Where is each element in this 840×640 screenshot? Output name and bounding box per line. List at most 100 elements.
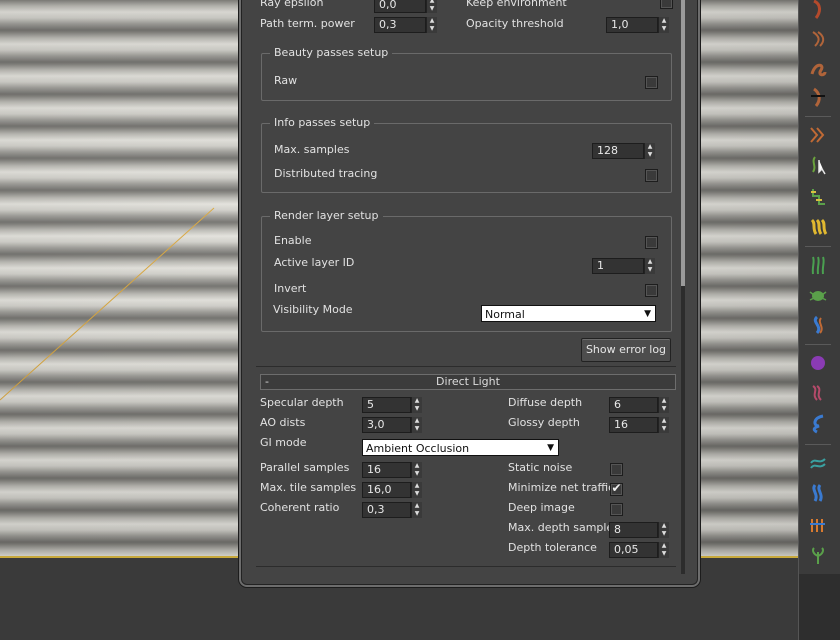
specular-depth-label: Specular depth — [260, 396, 344, 409]
gi-mode-value: Ambient Occlusion — [366, 442, 470, 455]
max-depth-samples-field[interactable]: 8 — [609, 522, 658, 538]
keep-environment-checkbox[interactable] — [660, 0, 673, 9]
opacity-threshold-spinner[interactable]: 1,0 ▲ ▼ — [606, 17, 669, 33]
beauty-passes-title: Beauty passes setup — [270, 46, 393, 60]
depth-tolerance-label: Depth tolerance — [508, 541, 597, 554]
specular-depth-arrows[interactable]: ▲ ▼ — [411, 397, 422, 413]
ao-dists-label: AO dists — [260, 416, 306, 429]
max-samples-field[interactable]: 128 — [592, 143, 644, 159]
deep-image-checkbox[interactable] — [610, 503, 623, 516]
glossy-depth-spinner[interactable]: 16 ▲ ▼ — [609, 417, 669, 433]
diffuse-depth-arrows[interactable]: ▲ ▼ — [658, 397, 669, 413]
active-layer-id-field[interactable]: 1 — [592, 258, 644, 274]
path-term-power-arrows[interactable]: ▲ ▼ — [426, 17, 437, 33]
toolbar-separator — [805, 444, 831, 445]
ray-epsilon-spinner[interactable]: 0,0 ▲ ▼ — [374, 0, 437, 13]
hair-blue-icon[interactable] — [805, 410, 831, 436]
enable-label: Enable — [274, 234, 312, 247]
coherent-ratio-label: Coherent ratio — [260, 501, 340, 514]
minimize-net-traffic-checkbox[interactable]: ✔ — [610, 481, 623, 496]
hair-grass-icon[interactable] — [805, 252, 831, 278]
ao-dists-field[interactable]: 3,0 — [362, 417, 411, 433]
max-tile-samples-arrows[interactable]: ▲ ▼ — [411, 482, 422, 498]
show-error-log-button[interactable]: Show error log — [581, 338, 671, 362]
render-layer-group: Render layer setup Enable Active layer I… — [261, 209, 672, 332]
deep-image-label: Deep image — [508, 501, 575, 514]
hair-curl-icon[interactable] — [805, 56, 831, 82]
opacity-threshold-arrows[interactable]: ▲ ▼ — [658, 17, 669, 33]
checkmark-icon: ✔ — [611, 481, 622, 495]
panel-scrollbar[interactable] — [681, 0, 685, 574]
specular-depth-field[interactable]: 5 — [362, 397, 411, 413]
ray-epsilon-label: Ray epsilon — [260, 0, 324, 9]
parallel-samples-label: Parallel samples — [260, 461, 350, 474]
info-passes-title: Info passes setup — [270, 116, 375, 130]
hair-select-icon[interactable] — [805, 152, 831, 178]
max-tile-samples-label: Max. tile samples — [260, 481, 357, 494]
parallel-samples-field[interactable]: 16 — [362, 462, 411, 478]
ao-dists-arrows[interactable]: ▲ ▼ — [411, 417, 422, 433]
hair-bug-icon[interactable] — [805, 282, 831, 308]
max-tile-samples-field[interactable]: 16,0 — [362, 482, 411, 498]
chevron-down-icon: ▼ — [644, 309, 651, 319]
ao-dists-spinner[interactable]: 3,0 ▲ ▼ — [362, 417, 422, 433]
raw-checkbox[interactable] — [645, 76, 658, 89]
gi-mode-dropdown[interactable]: Ambient Occlusion ▼ — [362, 439, 559, 456]
active-layer-id-spinner[interactable]: 1 ▲ ▼ — [592, 258, 655, 274]
max-samples-arrows[interactable]: ▲ ▼ — [644, 143, 655, 159]
hair-kink-icon[interactable] — [805, 184, 831, 210]
visibility-mode-dropdown[interactable]: Normal ▼ — [481, 305, 656, 322]
max-tile-samples-spinner[interactable]: 16,0 ▲ ▼ — [362, 482, 422, 498]
hair-twist-icon[interactable] — [805, 312, 831, 338]
path-term-power-field[interactable]: 0,3 — [374, 17, 426, 33]
hair-orange-icon[interactable] — [805, 512, 831, 538]
specular-depth-spinner[interactable]: 5 ▲ ▼ — [362, 397, 422, 413]
coherent-ratio-arrows[interactable]: ▲ ▼ — [411, 502, 422, 518]
path-term-power-spinner[interactable]: 0,3 ▲ ▼ — [374, 17, 437, 33]
invert-checkbox[interactable] — [645, 284, 658, 297]
hair-wave-icon[interactable] — [805, 380, 831, 406]
max-samples-spinner[interactable]: 128 ▲ ▼ — [592, 143, 655, 159]
distributed-tracing-checkbox[interactable] — [645, 169, 658, 182]
panel-scrollbar-thumb[interactable] — [681, 0, 685, 286]
hair-comb-icon[interactable] — [805, 26, 831, 52]
hair-frizz-icon[interactable] — [805, 122, 831, 148]
enable-checkbox[interactable] — [645, 236, 658, 249]
hair-brush-icon[interactable] — [805, 0, 831, 22]
opacity-threshold-field[interactable]: 1,0 — [606, 17, 658, 33]
chevron-down-icon: ▼ — [547, 443, 554, 453]
parallel-samples-spinner[interactable]: 16 ▲ ▼ — [362, 462, 422, 478]
path-term-power-label: Path term. power — [260, 17, 355, 30]
ray-epsilon-field[interactable]: 0,0 — [374, 0, 426, 13]
hair-plant-icon[interactable] — [805, 542, 831, 568]
depth-tolerance-arrows[interactable]: ▲ ▼ — [658, 542, 669, 558]
max-depth-samples-arrows[interactable]: ▲ ▼ — [658, 522, 669, 538]
hair-cut-icon[interactable] — [805, 84, 831, 110]
static-noise-checkbox[interactable] — [610, 463, 623, 476]
depth-tolerance-field[interactable]: 0,05 — [609, 542, 658, 558]
active-layer-id-arrows[interactable]: ▲ ▼ — [644, 258, 655, 274]
toolbar-separator — [805, 344, 831, 345]
coherent-ratio-field[interactable]: 0,3 — [362, 502, 411, 518]
section-divider — [256, 366, 676, 367]
minimize-net-traffic-label: Minimize net traffic — [508, 481, 615, 494]
hair-green-icon[interactable] — [805, 450, 831, 476]
guide-line — [0, 207, 215, 401]
gi-mode-label: GI mode — [260, 436, 307, 449]
hair-tools-toolbar — [798, 0, 840, 640]
glossy-depth-field[interactable]: 16 — [609, 417, 658, 433]
direct-light-title: Direct Light — [436, 375, 500, 388]
hair-purple-icon[interactable] — [805, 350, 831, 376]
parallel-samples-arrows[interactable]: ▲ ▼ — [411, 462, 422, 478]
diffuse-depth-spinner[interactable]: 6 ▲ ▼ — [609, 397, 669, 413]
hair-clump-icon[interactable] — [805, 214, 831, 240]
active-layer-id-label: Active layer ID — [274, 256, 355, 269]
hair-blue-clump-icon[interactable] — [805, 480, 831, 506]
coherent-ratio-spinner[interactable]: 0,3 ▲ ▼ — [362, 502, 422, 518]
ray-epsilon-arrows[interactable]: ▲ ▼ — [426, 0, 437, 13]
glossy-depth-arrows[interactable]: ▲ ▼ — [658, 417, 669, 433]
max-depth-samples-spinner[interactable]: 8 ▲ ▼ — [609, 522, 669, 538]
direct-light-rollout-header[interactable]: - Direct Light — [260, 374, 676, 390]
depth-tolerance-spinner[interactable]: 0,05 ▲ ▼ — [609, 542, 669, 558]
diffuse-depth-field[interactable]: 6 — [609, 397, 658, 413]
